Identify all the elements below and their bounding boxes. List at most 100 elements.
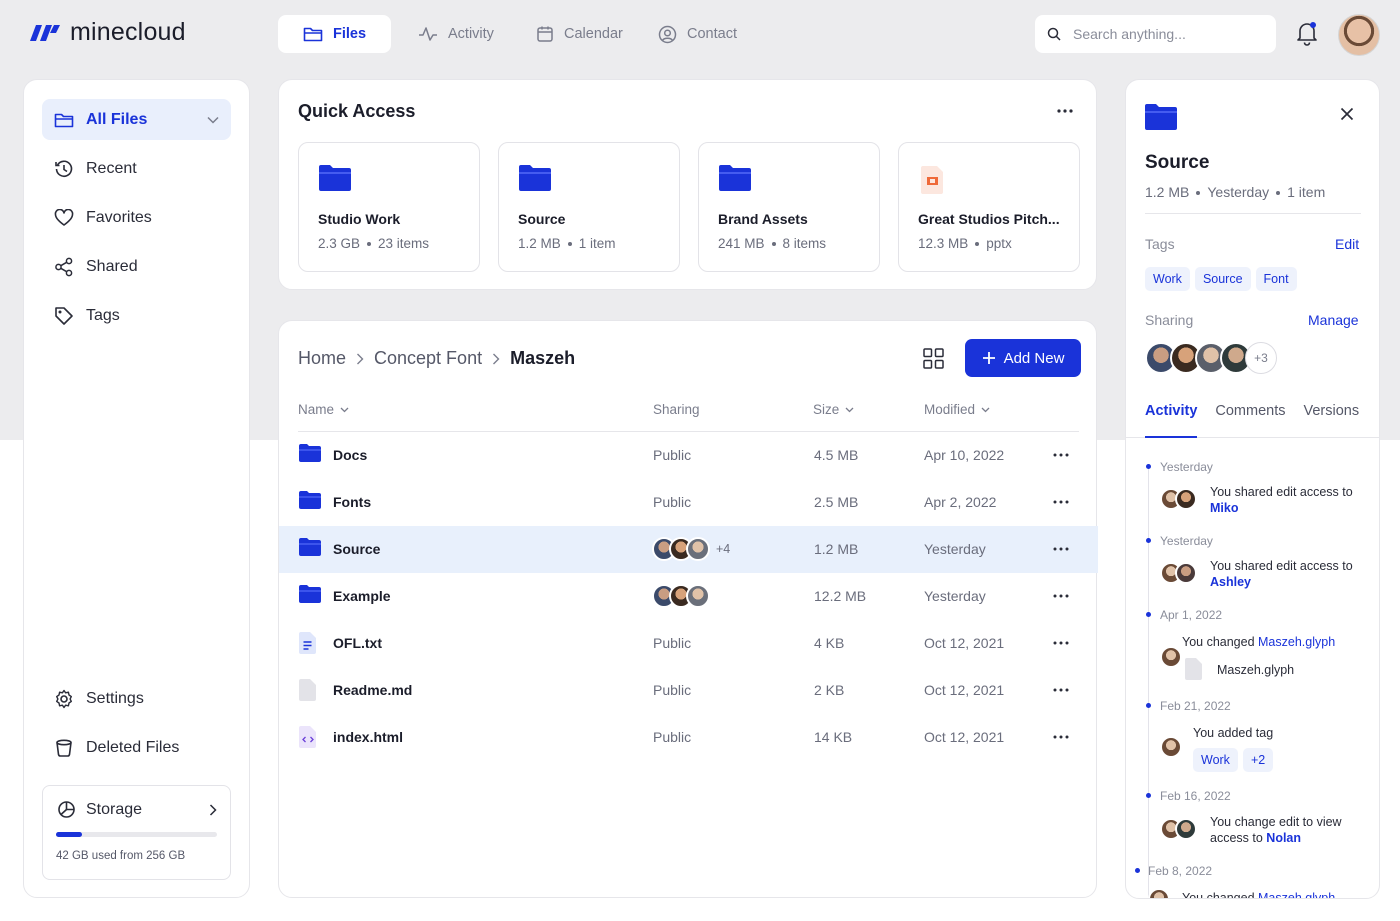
table-row[interactable]: Source +4 1.2 MB Yesterday: [279, 526, 1098, 573]
folder-icon: [299, 585, 321, 603]
contact-icon: [658, 25, 677, 43]
quick-access-card[interactable]: Studio Work 2.3 GB 23 items: [298, 142, 480, 272]
more-options-icon[interactable]: [1053, 594, 1069, 598]
tag-chip[interactable]: Font: [1255, 267, 1297, 291]
plus-icon: [982, 352, 995, 364]
quick-access-card[interactable]: Great Studios Pitch... 12.3 MB pptx: [898, 142, 1080, 272]
avatar: [1175, 818, 1197, 840]
notification-button[interactable]: [1295, 20, 1319, 46]
row-modified: Oct 12, 2021: [924, 729, 1005, 745]
more-options-icon[interactable]: [1053, 453, 1069, 457]
sidebar-item-settings[interactable]: Settings: [42, 678, 231, 719]
tag-icon: [55, 306, 73, 325]
sidebar-item-label: All Files: [86, 110, 148, 128]
row-name[interactable]: Readme.md: [333, 682, 412, 698]
folder-icon: [299, 491, 321, 509]
row-icon: [299, 632, 317, 654]
row-name[interactable]: Docs: [333, 447, 367, 463]
sharing-avatars[interactable]: +4: [652, 537, 730, 561]
tag-chip-more[interactable]: +2: [1242, 748, 1274, 772]
table-row[interactable]: Fonts Public 2.5 MB Apr 2, 2022: [279, 479, 1098, 526]
more-options-icon[interactable]: [1053, 735, 1069, 739]
search-bar[interactable]: Search anything...: [1035, 15, 1276, 53]
table-row[interactable]: index.html Public 14 KB Oct 12, 2021: [279, 714, 1098, 761]
activity-target[interactable]: Maszeh.glyph: [1258, 635, 1335, 649]
share-icon: [55, 257, 73, 276]
tags-edit-link[interactable]: Edit: [1335, 236, 1359, 252]
row-sharing: Public: [653, 494, 692, 510]
folder-icon: [54, 113, 74, 127]
activity-target[interactable]: Ashley: [1210, 575, 1251, 589]
quick-access-card[interactable]: Source 1.2 MB 1 item: [498, 142, 680, 272]
sharing-avatars[interactable]: [652, 584, 710, 608]
more-options-icon[interactable]: [1056, 102, 1074, 120]
add-new-button[interactable]: Add New: [965, 339, 1081, 377]
sidebar-item-tags[interactable]: Tags: [42, 295, 231, 336]
folder-icon: [299, 538, 321, 556]
row-name[interactable]: Source: [333, 541, 380, 557]
row-icon: [299, 679, 317, 701]
code-file-icon: [299, 726, 316, 748]
sidebar-item-all-files[interactable]: All Files: [42, 99, 231, 140]
more-options-icon[interactable]: [1053, 547, 1069, 551]
sharing-avatars[interactable]: +3: [1145, 342, 1277, 374]
storage-header[interactable]: Storage: [57, 800, 217, 819]
sidebar-item-deleted-files[interactable]: Deleted Files: [42, 727, 231, 768]
row-modified: Yesterday: [924, 541, 986, 557]
divider: [1145, 213, 1361, 214]
sidebar-item-recent[interactable]: Recent: [42, 148, 231, 189]
tag-chip[interactable]: Work: [1193, 748, 1238, 772]
table-row[interactable]: Docs Public 4.5 MB Apr 10, 2022: [279, 432, 1098, 479]
search-input[interactable]: Search anything...: [1073, 26, 1186, 42]
column-header-modified[interactable]: Modified: [924, 402, 990, 417]
activity-file-name[interactable]: Maszeh.glyph: [1217, 662, 1294, 678]
activity-avatars: [1160, 562, 1197, 584]
breadcrumb-home[interactable]: Home: [298, 348, 346, 369]
sidebar-item-label: Tags: [86, 306, 120, 324]
more-options-icon[interactable]: [1053, 500, 1069, 504]
activity-target[interactable]: Nolan: [1266, 831, 1301, 845]
more-avatars-count[interactable]: +3: [1245, 342, 1277, 374]
activity-tags: Work +2: [1193, 748, 1278, 772]
activity-target[interactable]: Maszeh.glyph: [1258, 891, 1335, 898]
table-row[interactable]: Readme.md Public 2 KB Oct 12, 2021: [279, 667, 1098, 714]
table-row[interactable]: OFL.txt Public 4 KB Oct 12, 2021: [279, 620, 1098, 667]
detail-meta: 1.2 MB Yesterday 1 item: [1145, 184, 1326, 200]
tab-files[interactable]: Files: [278, 15, 391, 53]
tag-chip[interactable]: Work: [1145, 267, 1190, 291]
sharing-manage-link[interactable]: Manage: [1308, 312, 1359, 328]
brand-logo[interactable]: minecloud: [26, 18, 186, 47]
column-header-name[interactable]: Name: [298, 402, 349, 417]
row-name[interactable]: index.html: [333, 729, 403, 745]
row-name[interactable]: Example: [333, 588, 391, 604]
chevron-down-icon[interactable]: [207, 116, 219, 124]
folder-icon: [519, 165, 551, 191]
row-name[interactable]: OFL.txt: [333, 635, 382, 651]
user-avatar[interactable]: [1338, 14, 1380, 56]
quick-access-card[interactable]: Brand Assets 241 MB 8 items: [698, 142, 880, 272]
tag-chip[interactable]: Source: [1194, 267, 1251, 291]
tab-contact[interactable]: Contact: [642, 15, 753, 53]
chevron-right-icon[interactable]: [209, 803, 217, 816]
more-options-icon[interactable]: [1053, 641, 1069, 645]
column-header-size[interactable]: Size: [813, 402, 854, 417]
more-options-icon[interactable]: [1053, 688, 1069, 692]
tab-activity[interactable]: Activity: [1145, 403, 1197, 419]
activity-date: Feb 16, 2022: [1160, 789, 1231, 803]
breadcrumb-concept-font[interactable]: Concept Font: [374, 348, 482, 369]
row-icon: [299, 444, 321, 462]
sidebar-item-shared[interactable]: Shared: [42, 246, 231, 287]
grid-view-icon[interactable]: [923, 348, 944, 369]
tab-activity[interactable]: Activity: [402, 15, 510, 53]
close-icon[interactable]: [1340, 107, 1354, 121]
table-row[interactable]: Example 12.2 MB Yesterday: [279, 573, 1098, 620]
pie-chart-icon: [58, 801, 75, 818]
activity-target[interactable]: Miko: [1210, 501, 1238, 515]
activity-date: Feb 8, 2022: [1148, 864, 1213, 878]
row-name[interactable]: Fonts: [333, 494, 371, 510]
tab-calendar[interactable]: Calendar: [520, 15, 639, 53]
tab-comments[interactable]: Comments: [1215, 403, 1285, 419]
storage-widget[interactable]: Storage 42 GB used from 256 GB: [42, 785, 231, 880]
sidebar-item-favorites[interactable]: Favorites: [42, 197, 231, 238]
tab-versions[interactable]: Versions: [1304, 403, 1360, 419]
